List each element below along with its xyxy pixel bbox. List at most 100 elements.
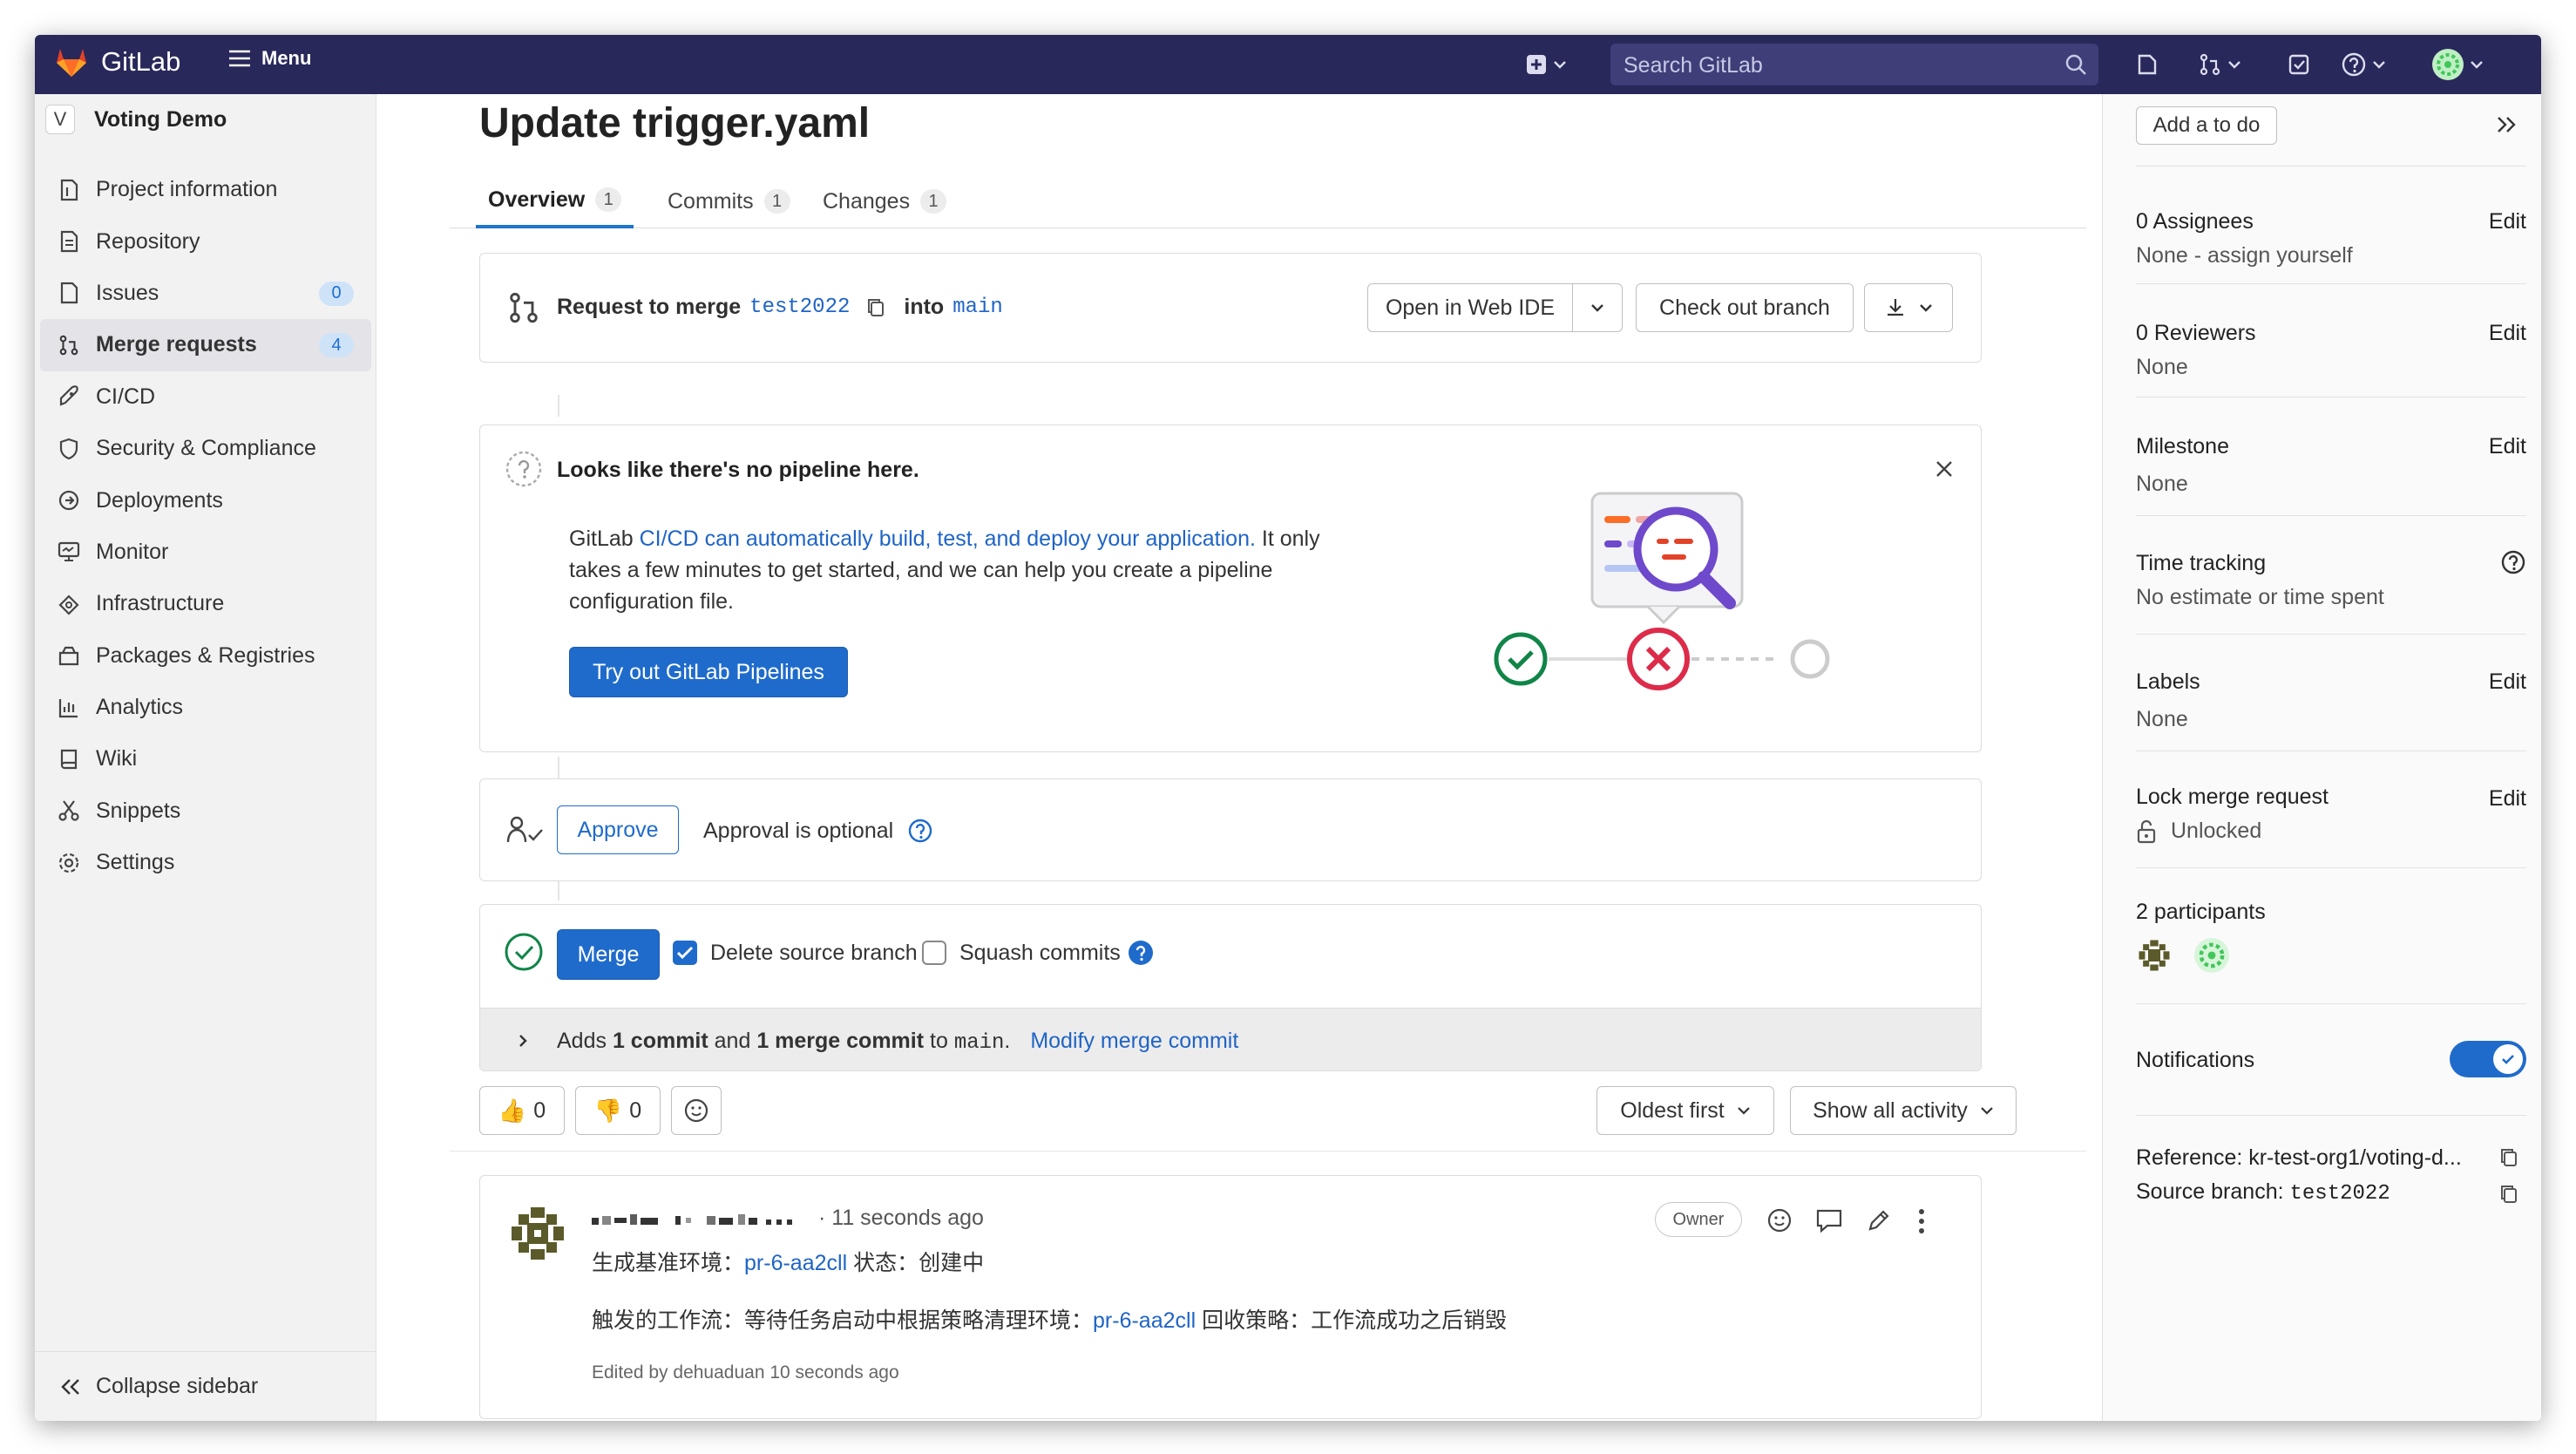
sidebar-item-monitor[interactable]: Monitor	[35, 527, 376, 578]
merge-details-row[interactable]: Adds 1 commit and 1 merge commit to main…	[480, 1008, 1981, 1070]
source-branch-link[interactable]: test2022	[749, 296, 850, 319]
time-tracking-value: No estimate or time spent	[2136, 585, 2384, 609]
cicd-docs-link[interactable]: CI/CD can automatically build, test, and…	[640, 527, 1256, 551]
milestone-label: Milestone	[2136, 434, 2229, 459]
tab-commits[interactable]: Commits 1	[655, 174, 803, 228]
add-todo-button[interactable]: Add a to do	[2136, 106, 2277, 145]
sidebar-item-project-information[interactable]: Project information	[35, 164, 376, 215]
double-chevron-right-icon[interactable]	[2495, 115, 2518, 134]
todos-nav-button[interactable]	[2287, 51, 2311, 78]
copy-icon[interactable]	[865, 296, 888, 319]
delete-source-branch-option[interactable]: Delete source branch	[672, 940, 918, 966]
thumbs-up-button[interactable]: 👍 0	[479, 1086, 565, 1135]
sidebar-item-label: Analytics	[96, 695, 184, 720]
doc-icon	[60, 230, 78, 253]
reply-comment-icon[interactable]	[1815, 1207, 1843, 1233]
participant-avatar[interactable]	[2193, 937, 2230, 974]
smiley-icon[interactable]	[1766, 1207, 1793, 1233]
user-menu-button[interactable]	[2431, 49, 2484, 80]
labels-edit-link[interactable]: Edit	[2489, 669, 2526, 695]
sort-dropdown[interactable]: Oldest first	[1596, 1086, 1774, 1135]
chevron-down-icon	[1981, 1107, 1993, 1115]
try-gitlab-pipelines-button[interactable]: Try out GitLab Pipelines	[569, 647, 848, 697]
approve-button[interactable]: Approve	[557, 805, 679, 854]
download-dropdown-button[interactable]	[1864, 283, 1953, 332]
tab-changes[interactable]: Changes 1	[810, 174, 959, 228]
project-header[interactable]: V Voting Demo	[45, 105, 227, 134]
sidebar-item-ci-cd[interactable]: CI/CD	[35, 371, 376, 423]
sidebar-item-repository[interactable]: Repository	[35, 215, 376, 267]
sidebar-item-label: Security & Compliance	[96, 436, 316, 461]
tab-label: Changes	[823, 188, 911, 214]
notifications-toggle[interactable]	[2450, 1041, 2526, 1077]
checkbox-checked-icon[interactable]	[672, 940, 698, 966]
copy-icon[interactable]	[2498, 1182, 2521, 1206]
approval-text: Approval is optional	[703, 818, 894, 843]
lock-edit-link[interactable]: Edit	[2489, 786, 2526, 812]
comment-line-2-suffix: 回收策略：工作流成功之后销毁	[1196, 1308, 1508, 1333]
environment-link[interactable]: pr-6-aa2cll	[1093, 1308, 1196, 1333]
sidebar-item-deployments[interactable]: Deployments	[35, 474, 376, 526]
issues-nav-button[interactable]	[2135, 51, 2159, 78]
collapse-sidebar-button[interactable]: Collapse sidebar	[35, 1351, 376, 1421]
target-branch-link[interactable]: main	[952, 296, 1003, 319]
sidebar-item-infrastructure[interactable]: Infrastructure	[35, 578, 376, 629]
open-web-ide-button[interactable]: Open in Web IDE	[1367, 283, 1573, 332]
sidebar-item-merge-requests[interactable]: Merge requests 4	[40, 319, 371, 371]
menu-button[interactable]: Menu	[228, 47, 311, 70]
thumbs-down-button[interactable]: 👎 0	[575, 1086, 661, 1135]
close-icon[interactable]	[1934, 459, 1955, 479]
activity-filter-dropdown[interactable]: Show all activity	[1790, 1086, 2017, 1135]
author-avatar[interactable]	[506, 1202, 569, 1265]
sidebar-item-packages-registries[interactable]: Packages & Registries	[35, 630, 376, 682]
sidebar-item-snippets[interactable]: Snippets	[35, 785, 376, 837]
help-icon[interactable]	[2500, 549, 2526, 575]
gitlab-logo[interactable]: GitLab	[54, 45, 180, 78]
divider	[450, 1151, 2086, 1152]
reference-label: Reference: kr-test-org1/voting-d...	[2136, 1145, 2462, 1170]
help-filled-icon[interactable]	[1128, 940, 1154, 966]
more-actions-icon[interactable]	[1916, 1207, 1927, 1235]
merge-requests-count-badge: 4	[319, 333, 354, 358]
sidebar-item-label: CI/CD	[96, 384, 156, 409]
timeline-connector	[558, 395, 559, 417]
copy-icon[interactable]	[2498, 1145, 2521, 1170]
sidebar-item-issues[interactable]: Issues 0	[35, 268, 376, 319]
lock-value: Unlocked	[2171, 819, 2262, 843]
gitlab-tanuki-icon	[57, 49, 86, 77]
environment-link[interactable]: pr-6-aa2cll	[744, 1251, 847, 1275]
sidebar-item-label: Settings	[96, 850, 175, 875]
help-icon[interactable]	[907, 818, 933, 844]
approval-icon	[506, 816, 543, 843]
sidebar-item-wiki[interactable]: Wiki	[35, 733, 376, 785]
sidebar-item-label: Deployments	[96, 487, 223, 513]
web-ide-dropdown-button[interactable]	[1572, 283, 1623, 332]
add-reaction-button[interactable]	[671, 1086, 722, 1135]
reviewers-edit-link[interactable]: Edit	[2489, 321, 2526, 346]
assignees-value[interactable]: None - assign yourself	[2136, 243, 2526, 268]
check-out-branch-button[interactable]: Check out branch	[1636, 283, 1854, 332]
participant-avatar[interactable]	[2136, 937, 2173, 974]
check-icon	[2502, 1055, 2514, 1064]
sidebar-item-analytics[interactable]: Analytics	[35, 682, 376, 733]
sidebar-item-settings[interactable]: Settings	[35, 837, 376, 888]
search-icon	[2065, 54, 2086, 75]
merge-button[interactable]: Merge	[557, 929, 660, 980]
pencil-icon[interactable]	[1866, 1207, 1892, 1233]
gear-icon	[58, 853, 79, 873]
participants-list	[2136, 937, 2526, 974]
edited-note: Edited by dehuaduan 10 seconds ago	[592, 1362, 899, 1383]
help-nav-button[interactable]	[2341, 51, 2386, 78]
sidebar-item-security-compliance[interactable]: Security & Compliance	[35, 423, 376, 474]
tab-overview[interactable]: Overview 1	[476, 174, 634, 228]
checkbox-unchecked-icon[interactable]	[921, 940, 947, 966]
new-dropdown[interactable]	[1525, 51, 1567, 78]
merge-requests-nav-button[interactable]	[2198, 51, 2241, 78]
search-input[interactable]: Search GitLab	[1610, 44, 2098, 85]
squash-commits-option[interactable]: Squash commits	[921, 940, 1154, 966]
squash-commits-label: Squash commits	[959, 940, 1121, 965]
modify-merge-commit-link[interactable]: Modify merge commit	[1030, 1029, 1238, 1053]
milestone-edit-link[interactable]: Edit	[2489, 434, 2526, 459]
chevron-right-icon[interactable]	[517, 1033, 529, 1049]
assignees-edit-link[interactable]: Edit	[2489, 209, 2526, 234]
